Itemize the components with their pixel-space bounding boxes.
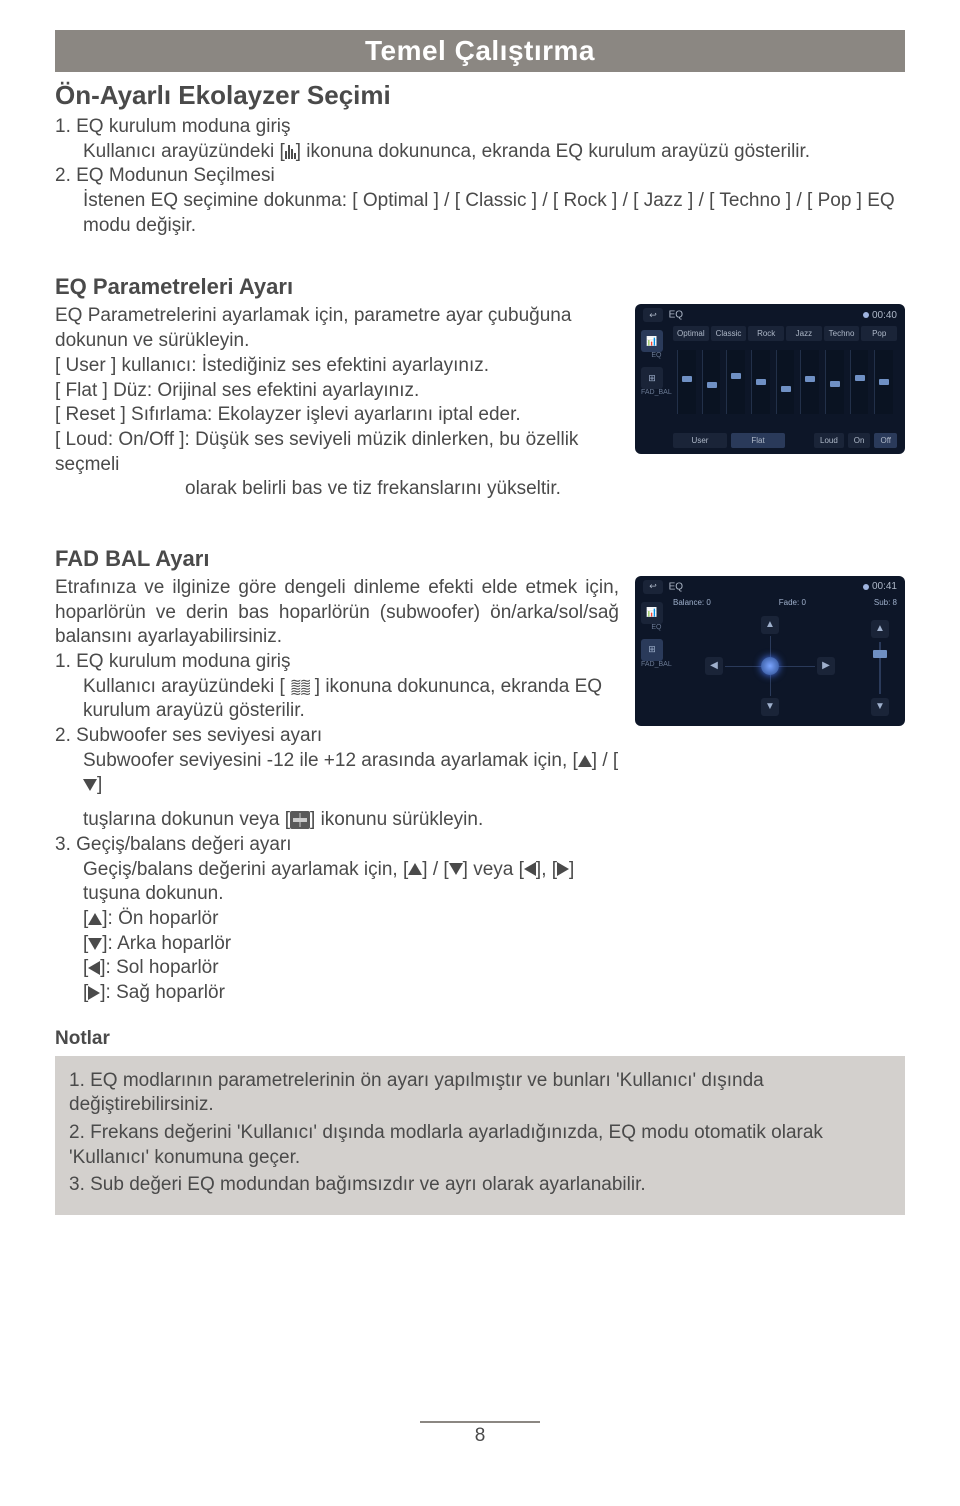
eq-tab-icon: 📊: [641, 330, 663, 352]
eq-bars-icon: [285, 145, 296, 159]
arrow-left-icon: ◀: [705, 657, 723, 675]
balance-center-icon: [761, 657, 779, 675]
title-bar: Temel Çalıştırma: [55, 30, 905, 72]
triangle-right-icon: [557, 862, 569, 876]
back-icon: ↩: [643, 580, 663, 594]
arrow-up-icon: ▲: [761, 616, 779, 634]
item-label: EQ kurulum moduna giriş: [76, 116, 290, 137]
eq-sliders: [675, 346, 895, 418]
arrow-down-icon: ▼: [761, 698, 779, 716]
s1-item2-body: İstenen EQ seçimine dokunma: [ Optimal ]…: [55, 189, 905, 238]
triangle-left-icon: [88, 961, 100, 975]
eq-screenshot: ↩ EQ 00:40 📊 EQ ⊞ FAD_BAL Optimal Classi…: [635, 304, 905, 454]
section-title-fad-bal: FAD BAL Ayarı: [55, 546, 905, 572]
arrow-up-icon: ▲: [871, 620, 889, 638]
triangle-right-icon: [88, 986, 100, 1000]
s1-item1-heading: 1. EQ kurulum moduna giriş: [55, 115, 905, 140]
slider-icon: [290, 811, 310, 829]
eq-mode-tabs: Optimal Classic Rock Jazz Techno Pop: [673, 326, 897, 341]
eq-tab-icon: 📊: [641, 602, 663, 624]
s1-item2-heading: 2. EQ Modunun Seçilmesi: [55, 164, 905, 189]
page-title: Temel Çalıştırma: [55, 30, 905, 72]
fad-bal-screenshot: ↩ EQ 00:41 📊 EQ ⊞ FAD_BAL Balance: 0 Fad…: [635, 576, 905, 726]
sub-slider: ▲ ▼: [867, 620, 893, 716]
fad-bal-tab-icon: ⊞: [641, 639, 663, 661]
triangle-left-icon: [524, 862, 536, 876]
fad-bal-tab-icon: ⊞: [641, 367, 663, 389]
list-number: 2.: [55, 165, 76, 186]
triangle-up-icon: [408, 863, 422, 875]
item-label: EQ Modunun Seçilmesi: [76, 165, 275, 186]
waves-icon: ≋≋≋≋: [290, 679, 309, 695]
triangle-up-icon: [88, 913, 102, 925]
triangle-down-icon: [449, 863, 463, 875]
back-icon: ↩: [643, 308, 663, 322]
page-number: 8: [55, 1415, 905, 1447]
s1-item1-body: Kullanıcı arayüzündeki [] ikonuna dokunu…: [55, 140, 905, 165]
fad-bal-text: Etrafınıza ve ilginize göre dengeli dinl…: [55, 576, 619, 1006]
list-number: 1.: [55, 116, 76, 137]
triangle-down-icon: [83, 779, 97, 791]
manual-page: Temel Çalıştırma Ön-Ayarlı Ekolayzer Seç…: [0, 0, 960, 1467]
section-title-eq-params: EQ Parametreleri Ayarı: [55, 274, 905, 300]
notes-box: 1. EQ modlarının parametrelerinin ön aya…: [55, 1056, 905, 1215]
balance-grid: ▲ ▼ ◀ ▶: [705, 616, 835, 716]
notes-title: Notlar: [55, 1028, 905, 1050]
arrow-right-icon: ▶: [817, 657, 835, 675]
eq-params-text: EQ Parametrelerini ayarlamak için, param…: [55, 304, 619, 502]
triangle-up-icon: [578, 755, 592, 767]
arrow-down-icon: ▼: [871, 698, 889, 716]
section-title-preset-eq: Ön-Ayarlı Ekolayzer Seçimi: [55, 80, 905, 111]
triangle-down-icon: [88, 938, 102, 950]
